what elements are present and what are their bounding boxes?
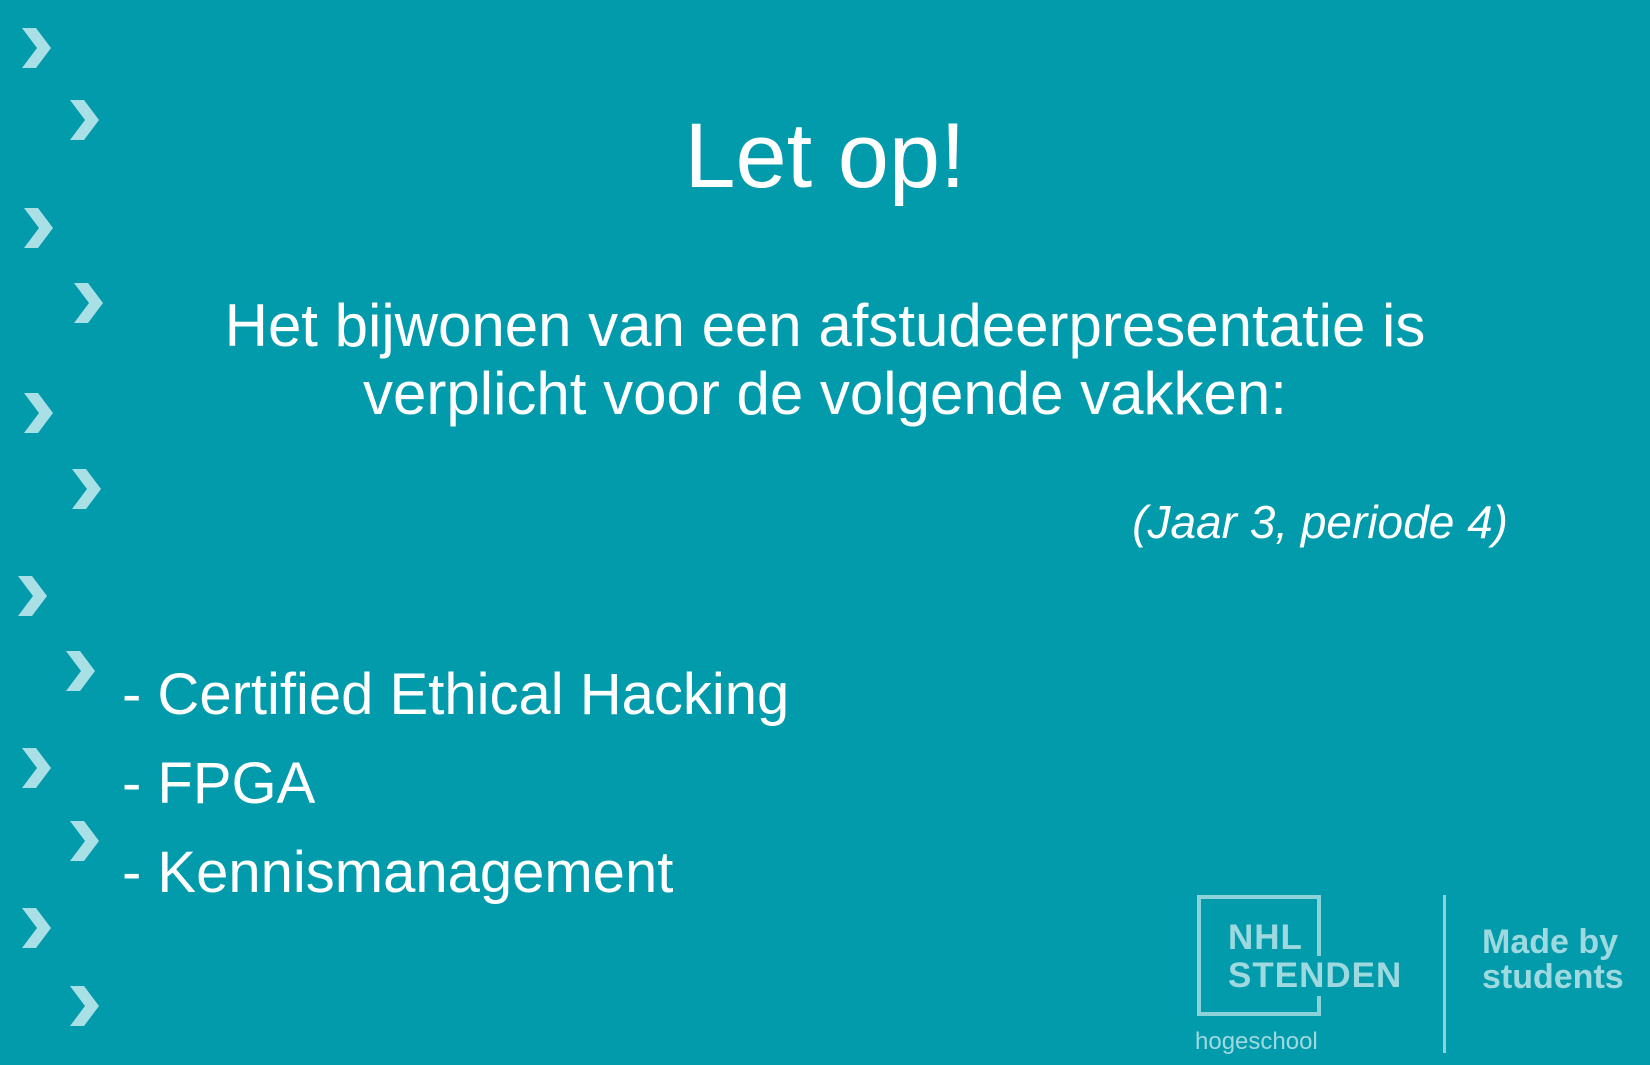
course-item: - Certified Ethical Hacking [122, 662, 790, 727]
chevron-right-icon [62, 648, 98, 694]
logo-divider [1443, 895, 1446, 1053]
course-list: - Certified Ethical Hacking - FPGA - Ken… [122, 660, 789, 927]
period-note: (Jaar 3, periode 4) [1132, 496, 1508, 548]
slide-title: Let op! [684, 105, 966, 207]
chevron-right-icon [14, 573, 50, 619]
chevron-right-icon [18, 745, 54, 791]
logo-subtitle: hogeschool [1195, 1028, 1318, 1055]
logo-line-nhl: NHL [1228, 918, 1303, 957]
chevron-right-icon [18, 25, 54, 71]
logo-tagline: Made by students [1482, 923, 1624, 996]
course-item: - Kennismanagement [122, 840, 674, 905]
logo-line-stenden: STENDEN [1228, 956, 1407, 996]
chevron-right-icon [66, 818, 102, 864]
intro-text: Het bijwonen van een afstudeerpresentati… [224, 292, 1426, 427]
chevron-right-icon [18, 905, 54, 951]
chevron-right-icon [70, 280, 106, 326]
chevron-right-icon [68, 466, 104, 512]
chevron-right-icon [20, 390, 56, 436]
slide: Let op! Het bijwonen van een afstudeerpr… [0, 0, 1650, 1065]
chevron-right-icon [66, 983, 102, 1029]
course-item: - FPGA [122, 751, 316, 816]
